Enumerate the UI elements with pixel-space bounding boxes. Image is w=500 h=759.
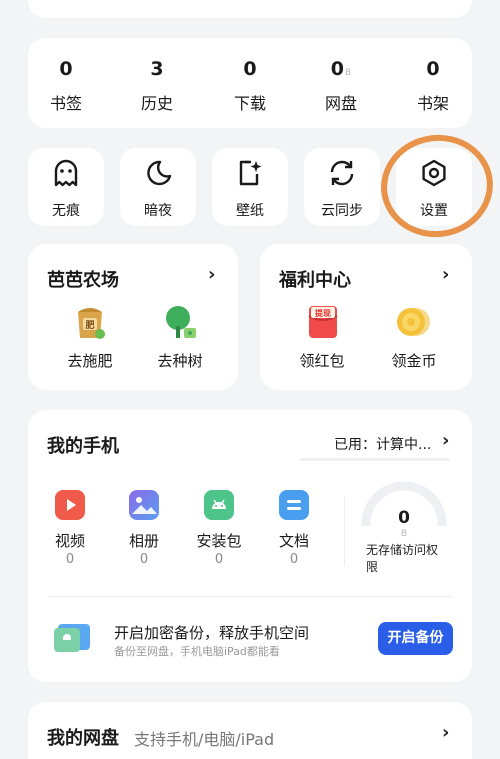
stat-num: 0 — [243, 58, 257, 80]
app-label: 文档 — [278, 532, 309, 550]
chevron-right-icon[interactable]: › — [208, 264, 215, 285]
stats-card: 0 书签 3 历史 0 下载 0B 网盘 0 书架 — [28, 38, 472, 128]
stat-num: 3 — [150, 58, 164, 80]
svg-text:肥: 肥 — [85, 320, 94, 331]
app-count: 0 — [289, 552, 299, 567]
divider — [344, 496, 345, 566]
netdisk-title: 我的网盘 — [47, 728, 119, 749]
app-label: 安装包 — [196, 532, 242, 550]
document-icon — [279, 490, 309, 520]
red-envelope-icon[interactable]: 提现 — [306, 304, 340, 340]
storage-label: 无存储访问权限 — [366, 543, 439, 574]
moon-icon — [147, 160, 172, 186]
wallpaper-icon — [239, 160, 262, 186]
enable-backup-button[interactable]: 开启备份 — [378, 622, 453, 655]
tool-label: 云同步 — [321, 203, 363, 219]
welfare-item-label: 领红包 — [299, 352, 345, 370]
welfare-title: 福利中心 — [279, 270, 351, 291]
stat-label: 书架 — [416, 94, 449, 113]
highlight-circle-annotation — [381, 134, 493, 238]
app-label: 相册 — [128, 532, 159, 550]
backup-folder-icon — [52, 620, 92, 654]
chevron-right-icon[interactable]: › — [442, 264, 449, 285]
gold-coin-icon[interactable] — [394, 304, 432, 340]
stat-num: 0B — [306, 58, 376, 80]
incognito-button[interactable]: 无痕 — [28, 148, 104, 226]
welfare-item-label: 领金币 — [391, 352, 437, 370]
album-icon — [129, 490, 159, 520]
app-count: 0 — [214, 552, 224, 567]
sync-icon — [330, 160, 354, 186]
dark-mode-button[interactable]: 暗夜 — [120, 148, 196, 226]
tool-label: 无痕 — [52, 203, 80, 219]
chevron-right-icon[interactable]: › — [442, 430, 449, 451]
stat-num: 0 — [426, 58, 440, 80]
stat-num-value: 0 — [330, 58, 345, 80]
farm-item-label: 去施肥 — [67, 352, 113, 370]
app-count: 0 — [139, 552, 149, 567]
ghost-icon — [54, 159, 78, 187]
stat-label: 网盘 — [324, 94, 357, 113]
usage-bar — [300, 458, 450, 461]
farm-card[interactable]: 芭芭农场 › 肥 去施肥 去种树 — [28, 244, 238, 390]
stat-unit: B — [345, 68, 352, 78]
stat-label: 书签 — [49, 94, 82, 113]
netdisk-subtitle: 支持手机/电脑/iPad — [134, 730, 275, 749]
stat-label: 历史 — [140, 94, 173, 113]
cloud-sync-button[interactable]: 云同步 — [304, 148, 380, 226]
my-netdisk-card[interactable]: 我的网盘 支持手机/电脑/iPad › — [28, 702, 472, 759]
divider — [48, 596, 452, 597]
storage-unit: B — [400, 529, 408, 539]
phone-title: 我的手机 — [47, 436, 119, 457]
top-card — [28, 0, 472, 18]
tool-label: 壁纸 — [236, 203, 264, 219]
tool-label: 暗夜 — [144, 203, 172, 219]
storage-num: 0 — [398, 508, 410, 528]
video-icon — [55, 490, 85, 520]
app-label: 视频 — [54, 532, 85, 550]
phone-usage[interactable]: 已用：计算中... — [334, 434, 431, 454]
wallpaper-button[interactable]: 壁纸 — [212, 148, 288, 226]
backup-subtitle: 备份至网盘，手机电脑iPad都能看 — [114, 645, 280, 658]
red-envelope-tag: 提现 — [315, 308, 331, 318]
stat-num: 0 — [59, 58, 73, 80]
farm-item-label: 去种树 — [157, 352, 203, 370]
farm-title: 芭芭农场 — [47, 270, 119, 291]
welfare-card[interactable]: 福利中心 › 提现 领红包 领金币 — [260, 244, 472, 390]
my-phone-card: 我的手机 已用：计算中... › 视频 0 相册 0 安装包 0 文档 0 0 … — [28, 410, 472, 682]
fertilizer-icon[interactable]: 肥 — [74, 304, 106, 340]
chevron-right-icon[interactable]: › — [442, 722, 449, 743]
backup-title: 开启加密备份，释放手机空间 — [114, 624, 310, 642]
tree-icon[interactable] — [162, 304, 198, 340]
app-count: 0 — [65, 552, 75, 567]
stat-label: 下载 — [233, 94, 266, 113]
android-icon — [204, 490, 234, 520]
